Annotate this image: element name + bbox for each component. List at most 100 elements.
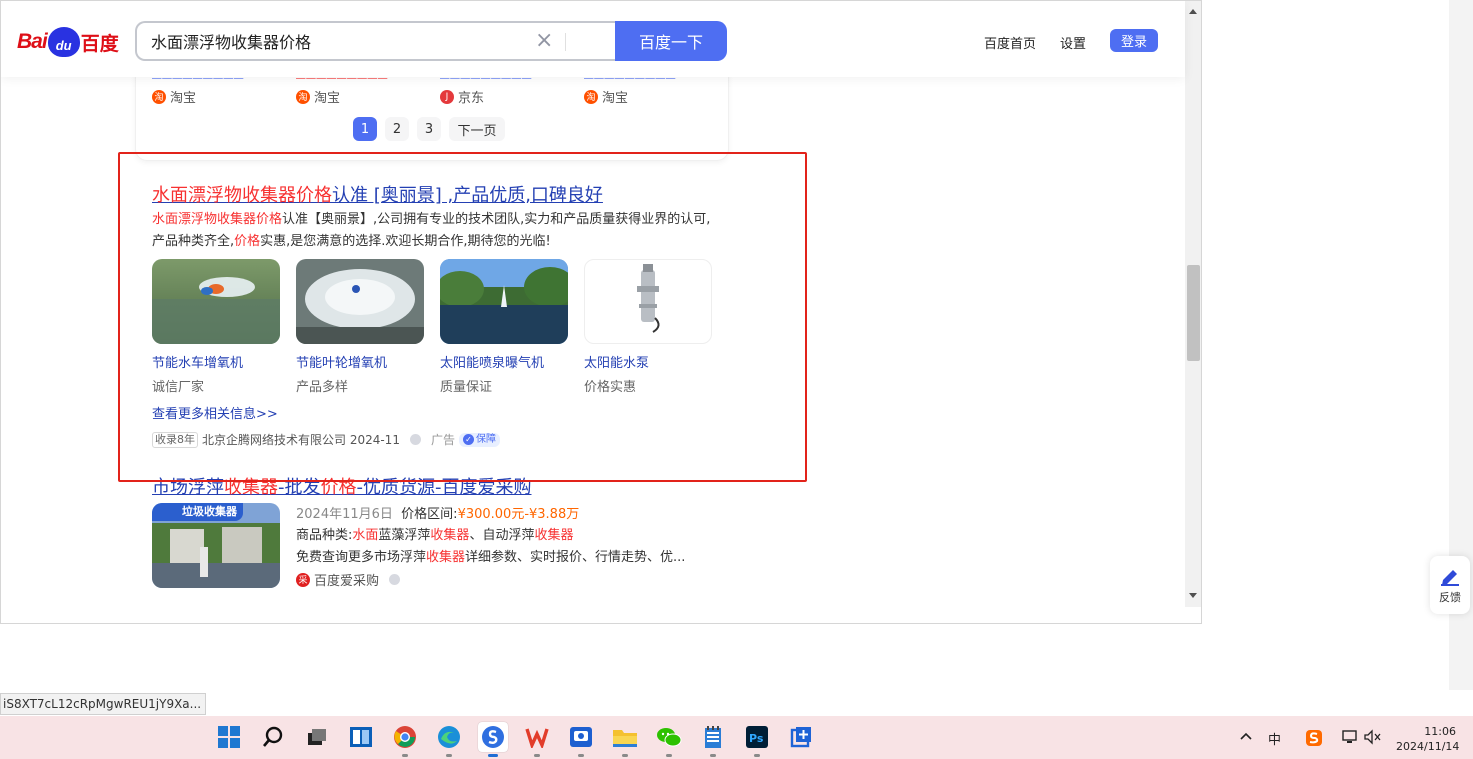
jd-icon: J [440, 89, 454, 104]
product-subtitle: 诚信厂家 [152, 380, 205, 395]
running-indicator [622, 754, 628, 757]
scrollbar-thumb[interactable] [1187, 265, 1200, 361]
category-highlight: 收集器 [534, 528, 574, 543]
desc-highlight: 价格 [234, 234, 261, 249]
product-name[interactable]: 节能叶轮增氧机 [296, 352, 387, 371]
product-subtitle: 质量保证 [440, 380, 493, 395]
page-3-button[interactable]: 3 [417, 117, 441, 141]
wps-app[interactable] [522, 722, 552, 752]
feedback-button[interactable]: 反馈 [1430, 556, 1470, 614]
running-indicator [402, 754, 408, 757]
shop-source[interactable]: 淘 淘宝 [152, 87, 196, 106]
baidu-browser-app[interactable] [478, 722, 508, 752]
search-box: × [135, 21, 617, 61]
folder-icon [613, 730, 637, 747]
result-2-title[interactable]: 市场浮萍收集器-批发价格-优质货源-百度爱采购 [152, 473, 532, 499]
desc-highlight: 收集器 [426, 550, 466, 565]
ad-company[interactable]: 北京企腾网络技术有限公司 2024-11 [202, 431, 400, 448]
aicaigou-icon: 采 [296, 572, 310, 587]
product-image-fountain[interactable] [440, 259, 568, 344]
edit-pen-icon [1441, 569, 1459, 586]
product-subtitle: 产品多样 [296, 380, 349, 395]
shop-source[interactable]: 淘 淘宝 [584, 87, 628, 106]
start-button[interactable] [214, 722, 244, 752]
more-options-icon[interactable] [389, 574, 401, 585]
search-input[interactable] [151, 31, 521, 50]
category-label: 商品种类: [296, 528, 353, 543]
title-part: -优质货源-百度爱采购 [356, 477, 532, 498]
divider [565, 33, 566, 51]
wechat-app[interactable] [654, 722, 684, 752]
close-icon[interactable]: × [535, 28, 553, 54]
paw-icon: du [47, 27, 80, 57]
running-indicator [534, 754, 540, 757]
edge-app[interactable] [434, 722, 464, 752]
baidu-logo[interactable]: Bai du 百度 [17, 25, 119, 59]
feedback-label: 反馈 [1439, 590, 1461, 604]
wps-icon [525, 728, 549, 748]
snipping-app[interactable] [786, 722, 816, 752]
product-name[interactable]: 太阳能水泵 [584, 352, 649, 371]
page-1-button[interactable]: 1 [353, 117, 377, 141]
product-name[interactable]: 节能水车增氧机 [152, 352, 243, 371]
category-highlight: 收集器 [430, 528, 470, 543]
settings-link[interactable]: 设置 [1060, 33, 1086, 52]
solar-fountain-image [440, 259, 568, 344]
next-page-button[interactable]: 下一页 [449, 117, 505, 141]
home-link[interactable]: 百度首页 [984, 33, 1036, 52]
running-indicator [666, 754, 672, 757]
title-rest: 认准 [奥丽景] ,产品优质,口碑良好 [332, 185, 603, 206]
scroll-up-arrow-icon[interactable] [1189, 9, 1197, 14]
clock-date: 2024/11/14 [1396, 740, 1460, 753]
ime-indicator[interactable]: 中 [1268, 729, 1281, 748]
vertical-scrollbar[interactable] [1185, 1, 1201, 607]
widgets-app[interactable] [346, 722, 376, 752]
running-indicator [578, 754, 584, 757]
shop-source[interactable]: 淘 淘宝 [296, 87, 340, 106]
title-highlight: 水面漂浮物收集器价格 [152, 185, 332, 206]
product-image-impeller[interactable] [296, 259, 424, 344]
search-taskbar-button[interactable] [258, 722, 288, 752]
desc-text: 详细参数、实时报价、行情走势、优... [465, 550, 686, 565]
impeller-aerator-image [296, 259, 424, 344]
system-clock[interactable]: 11:06 2024/11/14 [1396, 724, 1460, 754]
guarantee-label: 保障 [475, 433, 496, 445]
more-info-link[interactable]: 查看更多相关信息>> [152, 403, 278, 422]
login-button[interactable]: 登录 [1110, 29, 1158, 52]
desc-highlight: 水面漂浮物收集器价格 [152, 212, 283, 227]
search-button[interactable]: 百度一下 [615, 21, 727, 61]
status-url: iS8XT7cL12cRpMgwREU1jY9Xa... [0, 693, 207, 715]
result-date: 2024年11月6日 [296, 507, 393, 522]
chevron-up-icon[interactable] [1240, 730, 1252, 745]
network-icon[interactable] [1341, 729, 1359, 749]
store-app[interactable] [566, 722, 596, 752]
notepad-app[interactable] [698, 722, 728, 752]
ad-meta-row: 收录8年 北京企腾网络技术有限公司 2024-11 广告 ✓ 保障 [152, 431, 500, 448]
result-2-image[interactable]: 垃圾收集器 [152, 503, 280, 588]
product-image-waterwheel[interactable] [152, 259, 280, 344]
scroll-down-arrow-icon[interactable] [1189, 593, 1197, 598]
title-part: -批发 [278, 477, 321, 498]
search-icon [263, 726, 283, 747]
shop-source[interactable]: J 京东 [440, 87, 484, 106]
result-2-source[interactable]: 采 百度爱采购 [296, 570, 406, 589]
ad-result-title[interactable]: 水面漂浮物收集器价格认准 [奥丽景] ,产品优质,口碑良好 [152, 181, 603, 207]
source-label: 百度爱采购 [314, 574, 380, 589]
taobao-icon: 淘 [584, 89, 598, 104]
product-name[interactable]: 太阳能喷泉曝气机 [440, 352, 544, 371]
volume-muted-icon[interactable] [1363, 729, 1381, 749]
running-indicator [446, 754, 452, 757]
file-explorer-app[interactable] [610, 722, 640, 752]
shop-source-label: 淘宝 [314, 91, 341, 106]
result-2-meta: 2024年11月6日 价格区间:¥300.00元-¥3.88万 [296, 503, 579, 522]
active-indicator [488, 754, 498, 757]
more-options-icon[interactable] [409, 434, 421, 445]
desc-text: 实惠,是您满意的选择.欢迎长期合作,期待您的光临! [260, 234, 551, 249]
task-view-button[interactable] [302, 722, 332, 752]
photoshop-app[interactable]: Ps [742, 722, 772, 752]
product-image-pump[interactable] [584, 259, 712, 344]
sogou-icon[interactable] [1305, 729, 1323, 751]
chrome-app[interactable] [390, 722, 420, 752]
page-2-button[interactable]: 2 [385, 117, 409, 141]
guarantee-badge[interactable]: ✓ 保障 [458, 432, 500, 447]
